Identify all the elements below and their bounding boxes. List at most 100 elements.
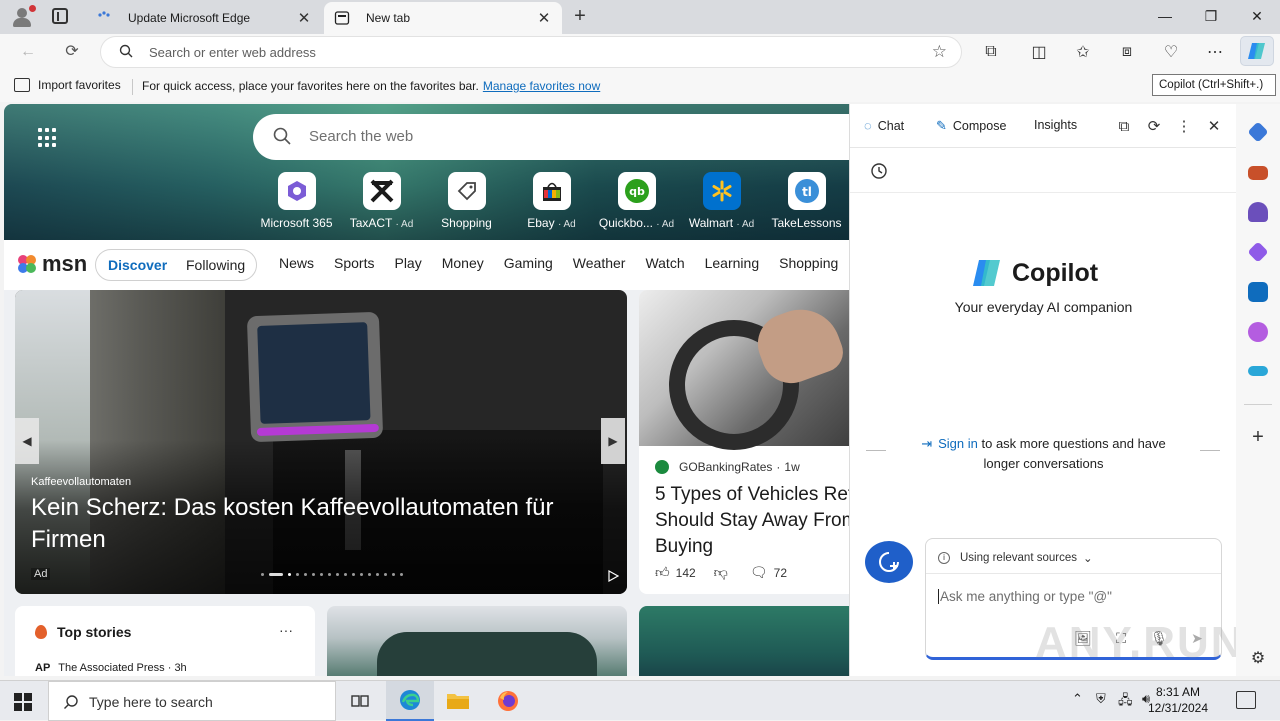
address-bar[interactable]: Search or enter web address ☆: [100, 36, 962, 68]
tag-icon[interactable]: [1247, 121, 1269, 143]
story-source[interactable]: AP The Associated Press · 3h: [35, 662, 187, 674]
refresh-icon[interactable]: ⟳: [1144, 116, 1164, 136]
close-window-button[interactable]: ✕: [1234, 0, 1280, 32]
tab-label: Insights: [1034, 118, 1078, 132]
tab-chat[interactable]: ◌ Chat: [864, 118, 904, 133]
new-topic-button[interactable]: [865, 541, 913, 583]
notifications-icon[interactable]: [1236, 691, 1256, 709]
card-headline[interactable]: 5 Types of Vehicles Retirees Should Stay…: [655, 482, 849, 560]
nav-item[interactable]: News: [279, 255, 314, 271]
card-source: GOBankingRates · 1w: [655, 460, 800, 474]
drop-icon[interactable]: [1248, 366, 1268, 376]
comment-icon[interactable]: 🗨︎: [750, 564, 768, 581]
sign-in-link[interactable]: Sign in: [938, 436, 978, 451]
favorites-bar: Import favorites For quick access, place…: [0, 70, 1280, 102]
carousel-prev-icon[interactable]: ◀: [15, 418, 39, 464]
tab-following[interactable]: Following: [186, 257, 245, 273]
app-launcher-icon[interactable]: [38, 128, 58, 148]
msn-logo[interactable]: msn: [16, 251, 87, 277]
collections-icon[interactable]: ⧈: [1116, 41, 1138, 63]
tab-label: Chat: [877, 118, 905, 133]
like-icon[interactable]: 👍︎: [655, 564, 670, 581]
address-placeholder: Search or enter web address: [149, 45, 316, 60]
favorite-star-icon[interactable]: ☆: [932, 42, 947, 62]
back-arrow-icon[interactable]: ←: [16, 40, 40, 64]
edge-taskbar-icon[interactable]: [386, 681, 434, 721]
nav-item[interactable]: Play: [394, 255, 421, 271]
quick-link-walmart[interactable]: Walmart · Ad: [679, 172, 764, 230]
close-icon[interactable]: ✕: [1204, 116, 1224, 136]
quick-link-microsoft365[interactable]: Microsoft 365: [254, 172, 339, 230]
favorites-icon[interactable]: ✩: [1072, 41, 1094, 63]
quick-link-taxact[interactable]: TaxACT · Ad: [339, 172, 424, 230]
manage-favorites-link[interactable]: Manage favorites now: [483, 79, 600, 93]
new-tab-button[interactable]: +: [568, 4, 592, 28]
maximize-button[interactable]: ❐: [1188, 0, 1234, 32]
nav-item[interactable]: Watch: [645, 255, 684, 271]
system-clock[interactable]: 8:31 AM 12/31/2024: [1134, 684, 1222, 716]
close-tab-icon[interactable]: ✕: [296, 9, 312, 27]
games-icon[interactable]: [1248, 202, 1268, 222]
more-options-icon[interactable]: ⋮: [1174, 116, 1194, 136]
taskbar-search[interactable]: Type here to search: [48, 681, 336, 721]
show-hidden-icons-icon[interactable]: ⌃: [1072, 691, 1083, 707]
tab-new-tab[interactable]: New tab ✕: [324, 2, 562, 34]
source-name: GOBankingRates: [679, 460, 773, 474]
ad-label: Ad: [31, 568, 51, 580]
more-options-icon[interactable]: ···: [279, 622, 293, 638]
nav-item[interactable]: Money: [442, 255, 484, 271]
extensions-icon[interactable]: ⧉: [980, 41, 1002, 63]
news-card[interactable]: GOBankingRates · 1w 5 Types of Vehicles …: [639, 290, 849, 594]
outlook-icon[interactable]: [1248, 282, 1268, 302]
add-icon[interactable]: +: [1248, 426, 1268, 449]
quick-link-ebay[interactable]: Ebay · Ad: [509, 172, 594, 230]
split-screen-icon[interactable]: ◫: [1028, 41, 1050, 63]
tab-compose[interactable]: ✎ Compose: [936, 118, 1006, 134]
featured-ad-card[interactable]: Kaffeevollautomaten Kein Scherz: Das kos…: [15, 290, 627, 594]
more-options-icon[interactable]: ⋯: [1204, 41, 1226, 63]
dislike-icon[interactable]: 👎︎: [714, 564, 728, 581]
firefox-icon[interactable]: [484, 681, 532, 721]
task-view-icon[interactable]: [336, 681, 384, 721]
tab-insights[interactable]: Insights: [1034, 118, 1077, 132]
web-search-box[interactable]: Search the web: [253, 114, 849, 160]
headline-line: Buying: [655, 536, 714, 557]
windows-start-icon[interactable]: [14, 693, 32, 711]
tab-update-edge[interactable]: Update Microsoft Edge ✕: [86, 2, 322, 34]
copilot-button[interactable]: [1240, 36, 1274, 66]
quick-link-quickbooks[interactable]: qb Quickbo... · Ad: [594, 172, 679, 230]
news-card-image[interactable]: [639, 606, 849, 676]
nav-item[interactable]: Sports: [334, 255, 374, 271]
open-in-new-tab-icon[interactable]: ⧉: [1114, 116, 1134, 136]
nav-item[interactable]: Gaming: [504, 255, 553, 271]
browser-essentials-icon[interactable]: ♡: [1160, 41, 1182, 63]
quick-link-shopping[interactable]: Shopping: [424, 172, 509, 230]
toolbox-icon[interactable]: [1248, 166, 1268, 180]
news-card-image[interactable]: [327, 606, 627, 676]
tab-actions-icon[interactable]: [52, 8, 68, 24]
settings-gear-icon[interactable]: ⚙: [1248, 648, 1268, 668]
top-stories-title: Top stories: [35, 624, 131, 640]
copilot-logo: Copilot: [970, 258, 1098, 288]
tab-discover[interactable]: Discover: [108, 257, 167, 273]
carousel-next-icon[interactable]: ▶: [601, 418, 625, 464]
ad-choices-icon[interactable]: [607, 570, 619, 582]
profile-icon[interactable]: [10, 5, 36, 27]
minimize-button[interactable]: —: [1142, 0, 1188, 32]
import-favorites-button[interactable]: Import favorites: [14, 78, 121, 92]
nav-item[interactable]: Weather: [573, 255, 626, 271]
new-chat-icon: [879, 552, 899, 572]
history-icon[interactable]: [870, 162, 888, 180]
refresh-icon[interactable]: ⟳: [60, 40, 84, 64]
network-icon[interactable]: 🖧︎: [1118, 691, 1133, 713]
close-tab-icon[interactable]: ✕: [536, 9, 552, 27]
sources-dropdown[interactable]: i Using relevant sources ⌄: [938, 547, 1098, 569]
designer-icon[interactable]: [1248, 322, 1268, 342]
card-headline[interactable]: Kein Scherz: Das kosten Kaffeevollautoma…: [31, 492, 591, 556]
security-icon[interactable]: ⛨: [1096, 691, 1106, 707]
quick-link-takelessons[interactable]: tl TakeLessons: [764, 172, 849, 230]
nav-item[interactable]: Shopping: [779, 255, 838, 271]
file-explorer-icon[interactable]: [434, 681, 482, 721]
nav-item[interactable]: Learning: [705, 255, 760, 271]
microsoft365-icon[interactable]: [1247, 241, 1269, 263]
